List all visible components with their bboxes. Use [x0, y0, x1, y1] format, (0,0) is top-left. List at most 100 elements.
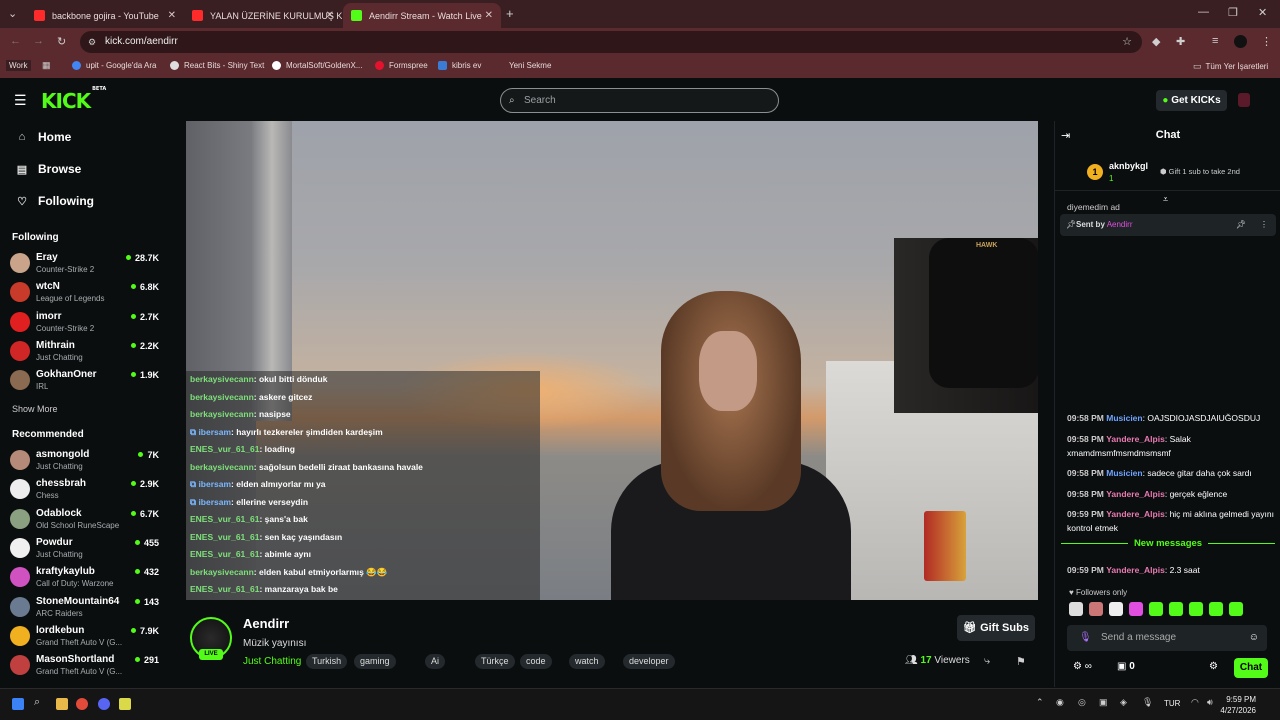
- bookmark-formspree[interactable]: Formspree: [375, 61, 428, 70]
- nav-following[interactable]: ♡ Following: [16, 194, 94, 208]
- work-profile-chip[interactable]: Work: [6, 60, 31, 71]
- tray-chrome-icon[interactable]: ◎: [1078, 697, 1086, 708]
- chat-settings-icon[interactable]: ⚙: [1209, 661, 1218, 672]
- unpin-icon[interactable]: 📌︎: [1236, 214, 1246, 236]
- user-avatar[interactable]: [1238, 93, 1250, 107]
- apps-grid-icon[interactable]: ▦: [42, 60, 51, 71]
- tray-chevron-icon[interactable]: ⌃: [1036, 697, 1044, 708]
- channel-row[interactable]: StoneMountain64 ARC Raiders 143: [10, 595, 165, 623]
- tray-game-icon[interactable]: ◈: [1120, 697, 1127, 708]
- url-field[interactable]: ⚙ kick.com/aendirr ☆: [80, 31, 1142, 53]
- channel-row[interactable]: MasonShortland Grand Theft Auto V (G... 29…: [10, 653, 165, 681]
- message-user[interactable]: Musicien: [1106, 413, 1142, 423]
- channel-row[interactable]: Eray Counter-Strike 2 28.7K: [10, 251, 165, 279]
- chat-send-button[interactable]: Chat: [1234, 658, 1268, 678]
- follow-user-icon[interactable]: ⚑: [1016, 655, 1026, 668]
- tab-youtube-1[interactable]: backbone gojira - YouTube ✕: [26, 3, 184, 28]
- language-indicator[interactable]: TUR: [1164, 699, 1180, 708]
- stream-tag[interactable]: Türkçe: [475, 654, 515, 669]
- media-icon[interactable]: ≡: [1212, 35, 1218, 47]
- new-messages-divider[interactable]: New messages: [1061, 538, 1275, 557]
- channel-row[interactable]: imorr Counter-Strike 2 2.7K: [10, 310, 165, 338]
- close-window-button[interactable]: ✕: [1258, 6, 1267, 19]
- tray-display-icon[interactable]: ▣: [1099, 697, 1108, 708]
- site-info-icon[interactable]: ⚙: [88, 31, 96, 53]
- taskbar-search-icon[interactable]: ⌕: [34, 696, 40, 709]
- channel-row[interactable]: Odablock Old School RuneScape 6.7K: [10, 507, 165, 535]
- forward-icon[interactable]: →: [33, 35, 44, 47]
- back-icon[interactable]: ←: [10, 35, 21, 47]
- tray-app-icon[interactable]: ◉: [1056, 697, 1064, 708]
- bookmark-new-tab[interactable]: Yeni Sekme: [495, 61, 551, 70]
- channel-row[interactable]: Powdur Just Chatting 455: [10, 536, 165, 564]
- video-player[interactable]: HAWK berkaysivecann: okul bitti dönduk be…: [186, 121, 1038, 600]
- stream-tag[interactable]: Ai: [425, 654, 446, 669]
- extension-icon[interactable]: ◆: [1152, 35, 1160, 48]
- reload-icon[interactable]: ↻: [57, 35, 66, 48]
- message-user[interactable]: Yandere_Alpis: [1106, 509, 1165, 519]
- volume-icon[interactable]: 🔊︎: [1207, 697, 1213, 708]
- emote[interactable]: [1189, 602, 1203, 616]
- stream-tag[interactable]: developer: [623, 654, 675, 669]
- emoji-icon[interactable]: ☺: [1249, 625, 1259, 651]
- bookmark-google[interactable]: upit - Google'da Ara: [72, 61, 156, 70]
- channel-row[interactable]: kraftykaylub Call of Duty: Warzone 432: [10, 565, 165, 593]
- show-more-button[interactable]: Show More: [12, 404, 58, 414]
- emote[interactable]: [1209, 602, 1223, 616]
- channel-row[interactable]: GokhanOner IRL 1.9K: [10, 368, 165, 396]
- hamburger-menu-icon[interactable]: ☰: [14, 92, 27, 109]
- stream-tag[interactable]: Turkish: [306, 654, 348, 669]
- message-user[interactable]: Yandere_Alpis: [1106, 565, 1165, 575]
- all-bookmarks[interactable]: ▭ Tüm Yer İşaretleri: [1193, 61, 1268, 72]
- channel-row[interactable]: lordkebun Grand Theft Auto V (G... 7.9K: [10, 624, 165, 652]
- file-explorer-icon[interactable]: [56, 698, 68, 710]
- nav-browse[interactable]: ▤ Browse: [16, 162, 82, 176]
- system-clock[interactable]: 9:59 PM 4/27/2026: [1220, 694, 1256, 716]
- message-user[interactable]: Yandere_Alpis: [1106, 434, 1165, 444]
- channel-row[interactable]: Mithrain Just Chatting 2.2K: [10, 339, 165, 367]
- kick-logo[interactable]: KICK BETA: [41, 86, 106, 113]
- channel-row[interactable]: wtcN League of Legends 6.8K: [10, 280, 165, 308]
- emote[interactable]: [1109, 602, 1123, 616]
- close-tab-icon[interactable]: ✕: [326, 10, 334, 21]
- maximize-button[interactable]: ❐: [1228, 6, 1238, 19]
- nav-home[interactable]: ⌂ Home: [16, 130, 72, 144]
- menu-icon[interactable]: ⋮: [1261, 35, 1272, 48]
- channel-name[interactable]: Aendirr: [243, 616, 289, 631]
- chat-message-input[interactable]: 🎙︎ Send a message ☺: [1067, 625, 1267, 651]
- chrome-icon[interactable]: [76, 698, 88, 710]
- stream-tag[interactable]: code: [520, 654, 552, 669]
- emote[interactable]: [1129, 602, 1143, 616]
- points-display[interactable]: ▣ 0: [1117, 661, 1135, 672]
- notes-icon[interactable]: [119, 698, 131, 710]
- share-icon[interactable]: ⤷: [984, 655, 990, 668]
- bookmark-github[interactable]: MortalSoft/GoldenX...: [272, 61, 362, 70]
- gift-prompt[interactable]: ⬢ Gift 1 sub to take 2nd: [1160, 167, 1240, 176]
- stream-category[interactable]: Just Chatting: [243, 656, 301, 667]
- search-input[interactable]: ⌕ Search: [500, 88, 779, 113]
- emote[interactable]: [1169, 602, 1183, 616]
- profile-avatar[interactable]: [1234, 35, 1247, 48]
- emote[interactable]: [1069, 602, 1083, 616]
- channel-row[interactable]: chessbrah Chess 2.9K: [10, 477, 165, 505]
- gift-subs-button[interactable]: 🎁︎ Gift Subs: [957, 615, 1035, 641]
- close-tab-icon[interactable]: ✕: [485, 10, 493, 21]
- emote[interactable]: [1229, 602, 1243, 616]
- emote[interactable]: [1089, 602, 1103, 616]
- stream-tag[interactable]: gaming: [354, 654, 396, 669]
- get-kicks-button[interactable]: ● Get KICKs: [1156, 90, 1227, 111]
- new-tab-button[interactable]: +: [506, 6, 514, 21]
- stream-tag[interactable]: watch: [569, 654, 605, 669]
- bookmark-kibris[interactable]: kibris ev: [438, 61, 481, 70]
- channel-row[interactable]: asmongold Just Chatting 7K: [10, 448, 165, 476]
- wifi-icon[interactable]: ◠: [1191, 697, 1199, 708]
- kicks-icon[interactable]: ⚙ ∞: [1073, 661, 1092, 672]
- tray-mic-icon[interactable]: 🎙︎: [1142, 697, 1153, 708]
- minimize-button[interactable]: —: [1198, 6, 1209, 18]
- tab-search-icon[interactable]: ⌄: [8, 7, 17, 20]
- windows-start-icon[interactable]: [12, 698, 24, 710]
- expand-icon[interactable]: ⩡: [1163, 194, 1168, 205]
- more-options-icon[interactable]: ⋮: [1260, 214, 1268, 236]
- bookmark-star-icon[interactable]: ☆: [1122, 31, 1132, 53]
- pinned-message[interactable]: 📌︎ Sent by Aendirr 📌︎ ⋮: [1060, 214, 1276, 236]
